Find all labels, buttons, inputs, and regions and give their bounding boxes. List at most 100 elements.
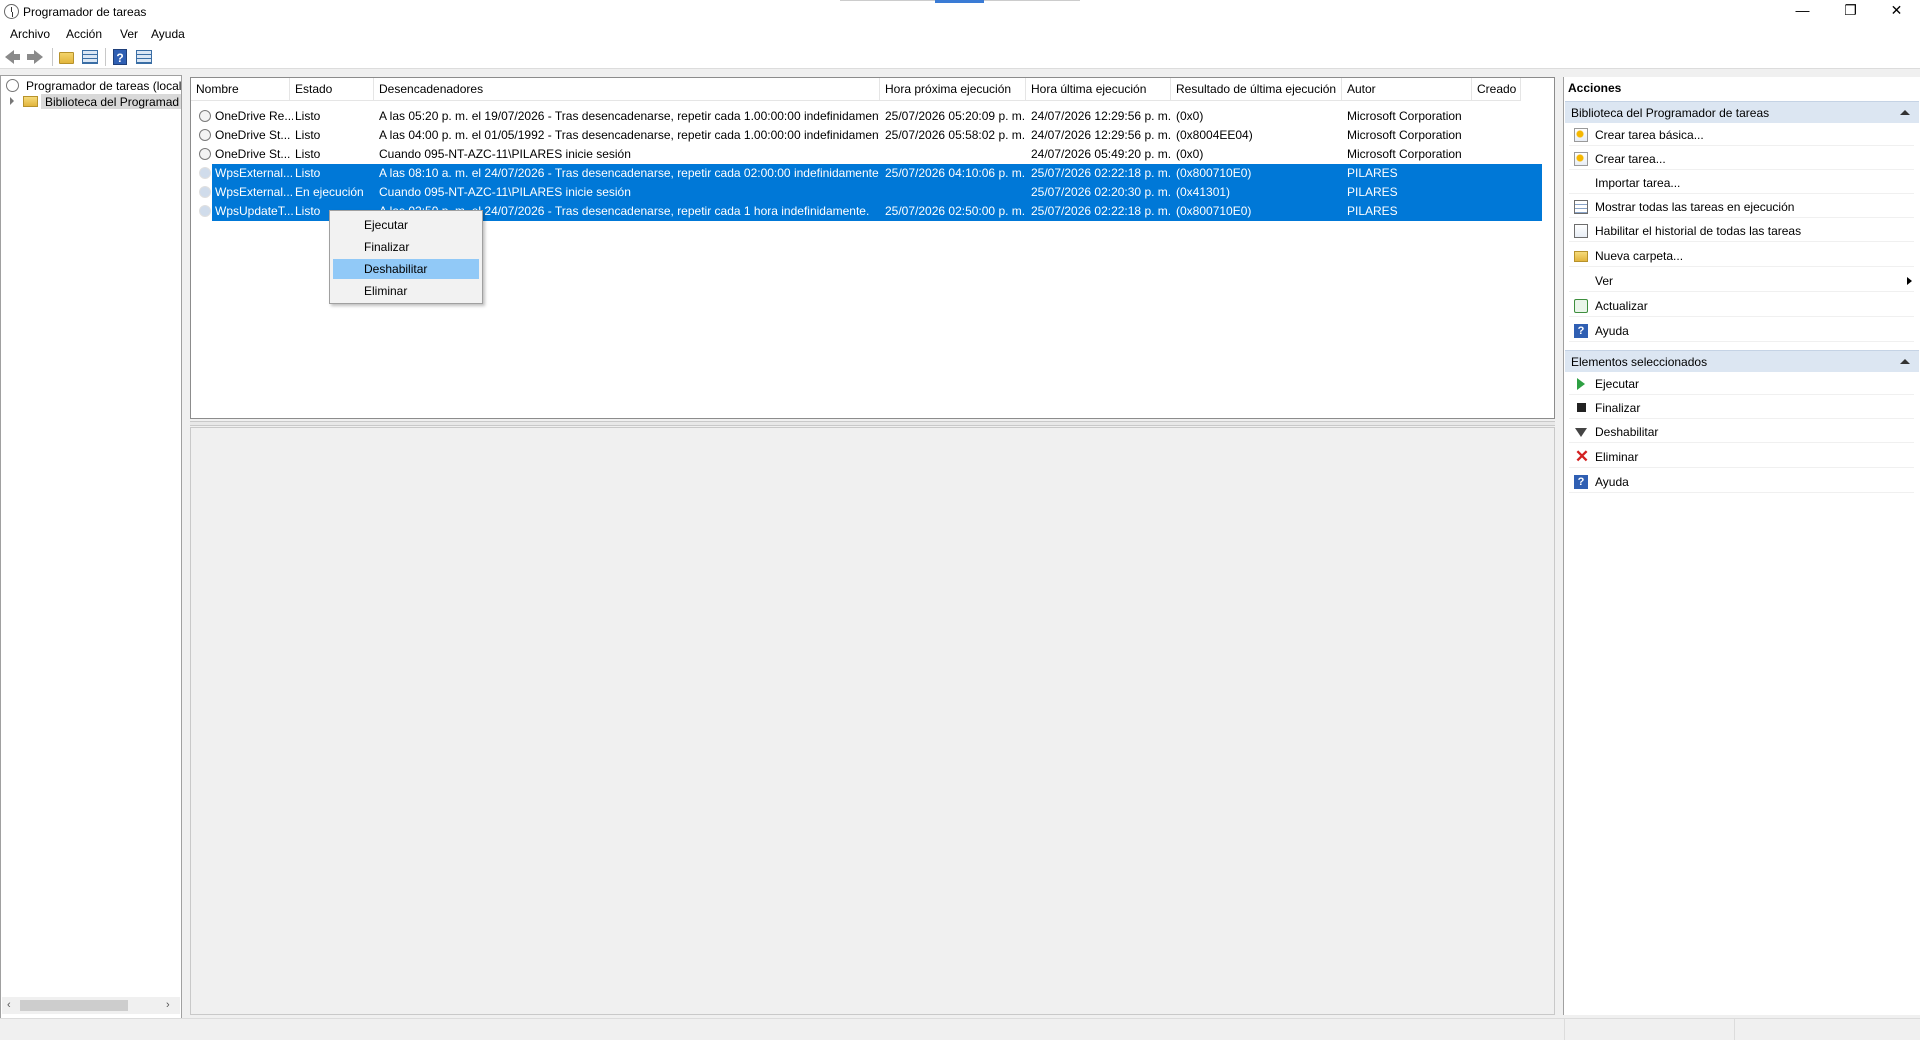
minimize-button[interactable]: — [1780, 0, 1825, 22]
table-row[interactable]: WpsExternal... Listo A las 08:10 a. m. el … [191, 164, 1542, 183]
task-clock-icon [199, 129, 211, 141]
folder-icon [23, 96, 38, 107]
action-label: Ayuda [1595, 324, 1629, 338]
cell-name: WpsUpdateT... [215, 204, 293, 218]
status-bar [0, 1018, 1920, 1040]
action-sel-deshabilitar[interactable]: Deshabilitar [1569, 421, 1914, 443]
action-sel-ayuda[interactable]: ? Ayuda [1569, 471, 1914, 493]
section-selected-header[interactable]: Elementos seleccionados [1565, 350, 1919, 372]
context-menu-deshabilitar[interactable]: Deshabilitar [333, 259, 479, 279]
column-header-creado[interactable]: Creado [1472, 78, 1521, 100]
cell-result: (0x8004EE04) [1176, 128, 1253, 142]
tree-horizontal-scrollbar[interactable]: ‹ › [2, 997, 180, 1014]
cell-trigger: A las 05:20 p. m. el 19/07/2026 - Tras d… [379, 109, 879, 123]
navigation-tree: Programador de tareas (local Biblioteca … [0, 75, 182, 1022]
action-sel-finalizar[interactable]: Finalizar [1569, 397, 1914, 419]
cell-last: 25/07/2026 02:22:18 p. m. [1031, 166, 1172, 180]
table-row[interactable]: OneDrive St... Listo Cuando 095-NT-AZC-11\… [191, 145, 1521, 164]
table-row[interactable]: OneDrive Re... Listo A las 05:20 p. m. el … [191, 107, 1521, 126]
cell-last: 25/07/2026 02:20:30 p. m. [1031, 185, 1172, 199]
cell-next: 25/07/2026 05:20:09 p. m. [885, 109, 1026, 123]
close-button[interactable]: ✕ [1874, 0, 1919, 22]
action-label: Nueva carpeta... [1595, 249, 1684, 263]
cell-trigger: Cuando 095-NT-AZC-11\PILARES inicie sesi… [379, 147, 631, 161]
action-crear-tarea[interactable]: Crear tarea... [1569, 148, 1914, 170]
title-bar: Programador de tareas — ❐ ✕ [0, 0, 1920, 24]
cell-next: 25/07/2026 02:50:00 p. m. [885, 204, 1026, 218]
help-icon[interactable]: ? [113, 49, 127, 65]
toolbar: ? [0, 44, 1920, 69]
action-label: Ver [1595, 274, 1614, 288]
context-menu: Ejecutar Finalizar Deshabilitar Eliminar [329, 210, 483, 304]
cell-result: (0x800710E0) [1176, 166, 1252, 180]
section-selected-label: Elementos seleccionados [1571, 355, 1708, 369]
scroll-right-icon[interactable]: › [166, 999, 170, 1011]
cell-author: PILARES [1347, 185, 1398, 199]
cell-last: 24/07/2026 05:49:20 p. m. [1031, 147, 1172, 161]
collapse-icon[interactable] [1900, 110, 1910, 115]
pane-splitter[interactable] [190, 421, 1555, 426]
show-hide-tree-icon[interactable] [82, 50, 98, 64]
action-actualizar[interactable]: Actualizar [1569, 295, 1914, 317]
action-crear-tarea-basica[interactable]: Crear tarea básica... [1569, 124, 1914, 146]
menu-archivo[interactable]: Archivo [10, 27, 50, 41]
forward-icon[interactable] [34, 50, 43, 64]
action-sel-ejecutar[interactable]: Ejecutar [1569, 373, 1914, 395]
create-task-icon [1574, 152, 1588, 166]
cell-author: PILARES [1347, 204, 1398, 218]
menu-ayuda[interactable]: Ayuda [151, 27, 185, 41]
toolbar-separator [105, 48, 106, 66]
column-header-nombre[interactable]: Nombre [191, 78, 290, 100]
action-importar-tarea[interactable]: Importar tarea... [1569, 172, 1914, 194]
title-indicator [935, 0, 984, 3]
column-header-ultima[interactable]: Hora última ejecución [1026, 78, 1171, 100]
restore-button[interactable]: ❐ [1828, 0, 1873, 22]
up-folder-icon[interactable] [59, 52, 74, 64]
show-hide-actions-icon[interactable] [136, 50, 152, 64]
task-details-pane [190, 427, 1555, 1015]
delete-icon: ✕ [1574, 447, 1590, 466]
cell-author: Microsoft Corporation [1347, 147, 1462, 161]
action-mostrar-tareas[interactable]: Mostrar todas las tareas en ejecución [1569, 196, 1914, 218]
column-header-estado[interactable]: Estado [290, 78, 374, 100]
table-row[interactable]: OneDrive St... Listo A las 04:00 p. m. el … [191, 126, 1521, 145]
cell-trigger: A las 08:10 a. m. el 24/07/2026 - Tras d… [379, 166, 879, 180]
column-header-desencadenadores[interactable]: Desencadenadores [374, 78, 880, 100]
cell-name: OneDrive St... [215, 128, 291, 142]
context-menu-ejecutar[interactable]: Ejecutar [333, 215, 479, 235]
context-menu-finalizar[interactable]: Finalizar [333, 237, 479, 257]
column-header-autor[interactable]: Autor [1342, 78, 1472, 100]
table-row[interactable]: WpsExternal... En ejecución Cuando 095-NT-… [191, 183, 1542, 202]
action-label: Finalizar [1595, 401, 1641, 415]
menu-accion[interactable]: Acción [66, 27, 102, 41]
cell-status: Listo [295, 128, 321, 142]
action-label: Mostrar todas las tareas en ejecución [1595, 200, 1795, 214]
action-nueva-carpeta[interactable]: Nueva carpeta... [1569, 245, 1914, 267]
back-icon-stem [12, 54, 20, 60]
scroll-left-icon[interactable]: ‹ [7, 999, 11, 1011]
context-menu-eliminar[interactable]: Eliminar [333, 281, 479, 301]
action-ayuda[interactable]: ? Ayuda [1569, 320, 1914, 342]
action-habilitar-historial[interactable]: Habilitar el historial de todas las tare… [1569, 220, 1914, 242]
column-header-proxima[interactable]: Hora próxima ejecución [880, 78, 1026, 100]
run-icon [1577, 378, 1585, 390]
history-icon [1574, 224, 1588, 238]
action-ver[interactable]: Ver [1569, 270, 1914, 292]
scrollbar-thumb[interactable] [20, 1000, 128, 1011]
expand-arrow-icon[interactable] [10, 97, 14, 105]
action-label: Ayuda [1595, 475, 1629, 489]
column-header-resultado[interactable]: Resultado de última ejecución [1171, 78, 1342, 100]
cell-author: PILARES [1347, 166, 1398, 180]
header-divider [191, 100, 1521, 101]
action-label: Deshabilitar [1595, 425, 1659, 439]
collapse-icon[interactable] [1900, 359, 1910, 364]
clock-icon [6, 79, 19, 92]
section-library-header[interactable]: Biblioteca del Programador de tareas [1565, 101, 1919, 123]
task-clock-icon [199, 167, 211, 179]
tree-item-library[interactable]: Biblioteca del Programad [45, 95, 181, 109]
menu-ver[interactable]: Ver [120, 27, 138, 41]
action-sel-eliminar[interactable]: ✕ Eliminar [1569, 446, 1914, 468]
tree-root-item[interactable]: Programador de tareas (local [26, 79, 181, 93]
cell-status: Listo [295, 147, 321, 161]
cell-name: WpsExternal... [215, 166, 293, 180]
